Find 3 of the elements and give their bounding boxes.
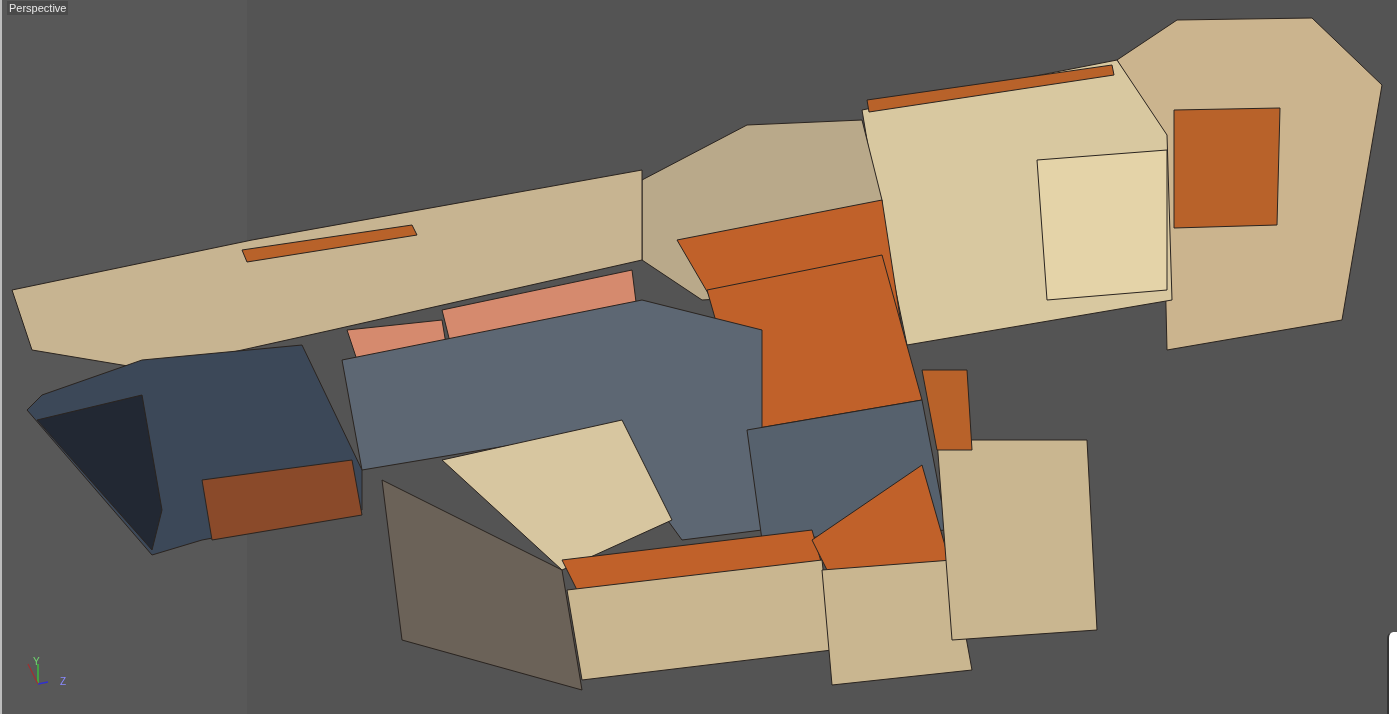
viewport-label[interactable]: Perspective [7, 1, 69, 15]
y-axis-label: Y [33, 657, 40, 667]
z-axis-label: Z [60, 677, 67, 687]
